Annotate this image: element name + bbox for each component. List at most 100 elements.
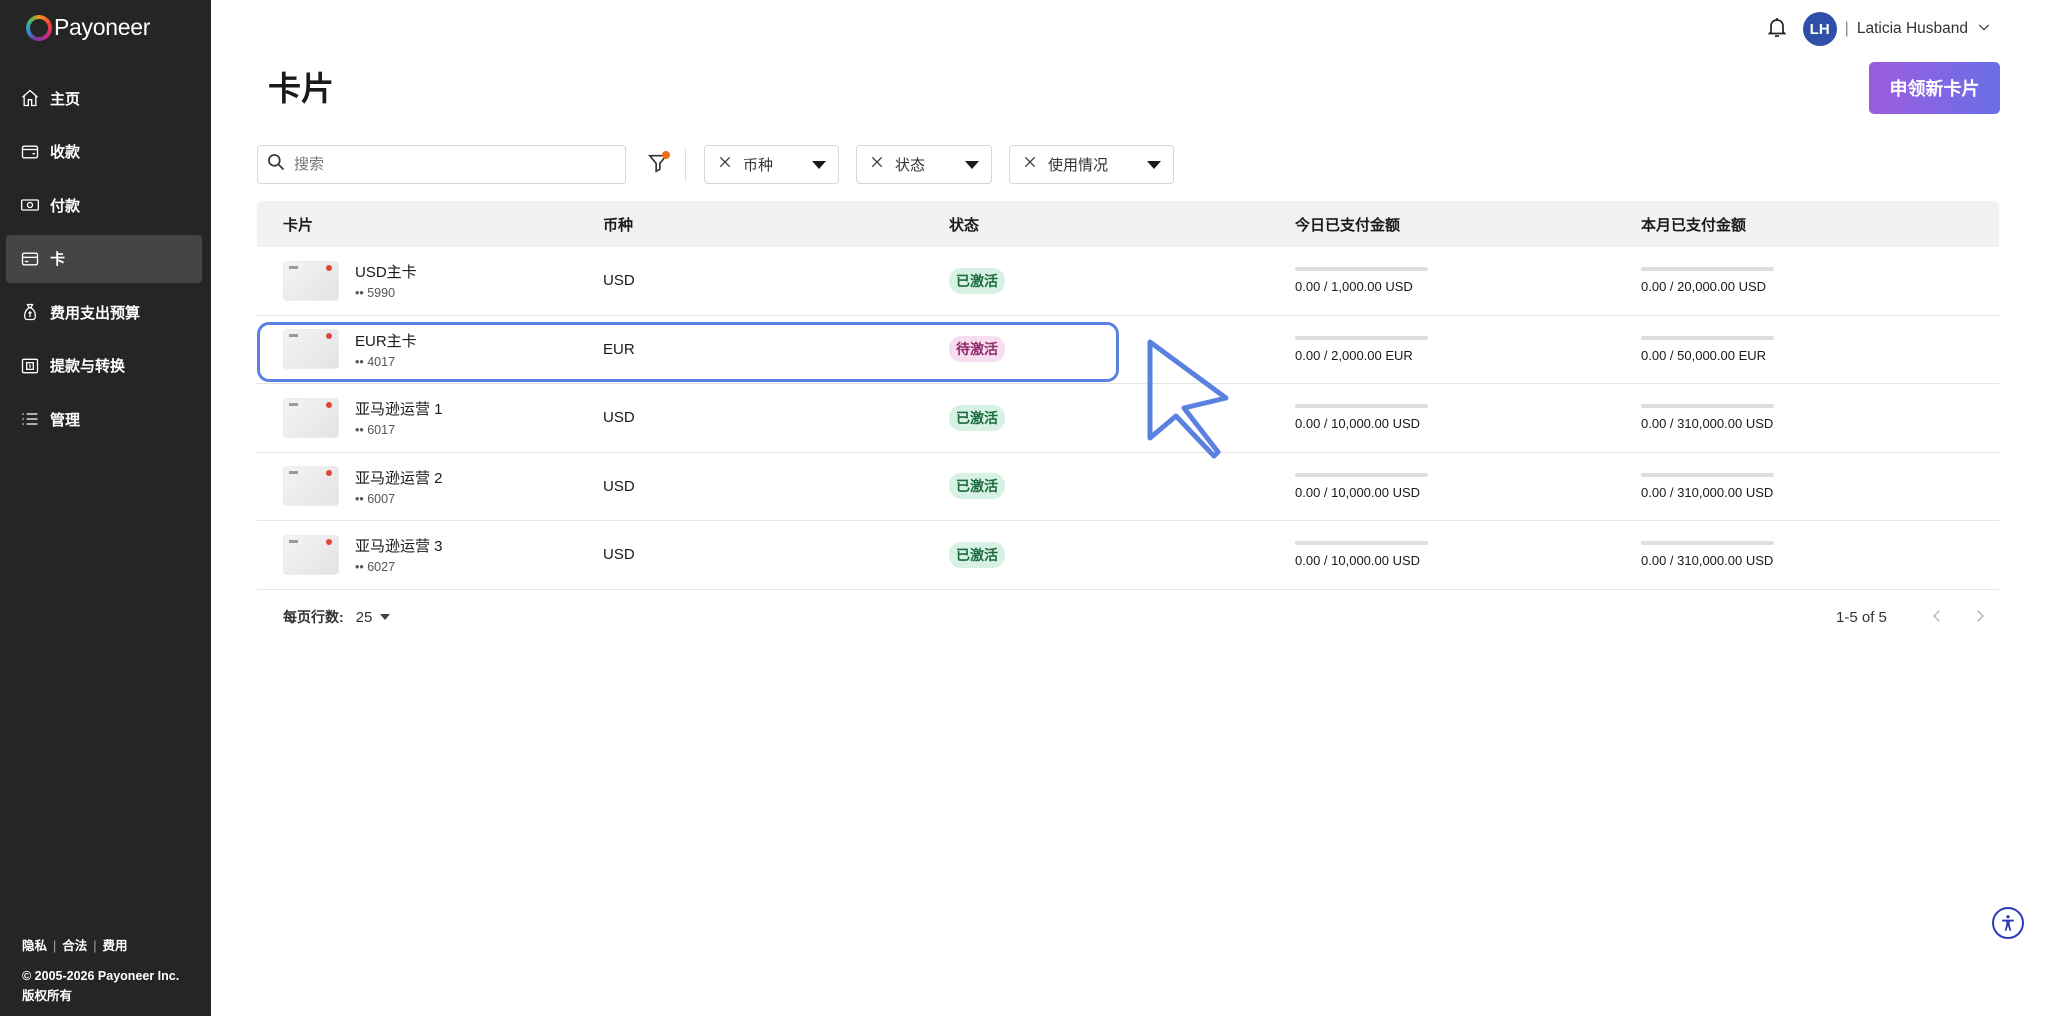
card-name: EUR主卡 [355, 332, 417, 350]
monthly-usage-text: 0.00 / 20,000.00 USD [1641, 279, 1767, 295]
sidebar-item-label: 提款与转换 [50, 358, 126, 375]
currency-filter-chip[interactable]: 币种 [704, 145, 839, 184]
sidebar-item-home[interactable]: 主页 [6, 74, 202, 122]
sidebar: Payoneer 主页 收款 付款 卡 费用支出预算 提款与转换 管理 隐私 |… [0, 0, 211, 1016]
card-icon [20, 249, 40, 269]
column-header-status: 状态 [949, 216, 980, 234]
sidebar-item-receive[interactable]: 收款 [6, 128, 202, 176]
daily-usage-text: 0.00 / 2,000.00 EUR [1295, 347, 1413, 363]
status-badge: 待激活 [949, 336, 1005, 363]
daily-usage-bar [1295, 404, 1428, 409]
fees-link[interactable]: 费用 [103, 936, 128, 956]
monthly-usage-bar [1641, 404, 1774, 409]
column-header-currency: 币种 [603, 216, 634, 234]
sidebar-footer: 隐私 | 合法 | 费用 © 2005-2026 Payoneer Inc. 版… [22, 936, 179, 1006]
sidebar-item-manage[interactable]: 管理 [6, 395, 202, 443]
search-box[interactable] [257, 145, 626, 184]
withdraw-icon [20, 356, 40, 376]
caret-down-icon [1147, 160, 1161, 169]
user-name: Laticia Husband [1856, 20, 1968, 37]
daily-usage-text: 0.00 / 1,000.00 USD [1295, 279, 1413, 295]
rows-per-page-select[interactable]: 25 [356, 609, 391, 626]
page-title: 卡片 [268, 70, 334, 107]
close-icon[interactable] [869, 154, 885, 175]
page-range: 1-5 of 5 [1836, 608, 1887, 626]
monthly-usage-bar [1641, 335, 1774, 340]
chip-label: 状态 [895, 157, 926, 174]
filter-active-dot [662, 151, 670, 159]
filter-divider [685, 149, 686, 181]
legal-link[interactable]: 合法 [62, 936, 87, 956]
sidebar-item-withdraw[interactable]: 提款与转换 [6, 342, 202, 390]
close-icon[interactable] [1022, 154, 1038, 175]
chevron-left-icon [1933, 610, 1940, 622]
monthly-usage-text: 0.00 / 310,000.00 USD [1641, 484, 1774, 500]
status-badge: 已激活 [949, 404, 1005, 431]
next-page-button[interactable] [1971, 607, 1991, 627]
daily-usage-text: 0.00 / 10,000.00 USD [1295, 553, 1421, 569]
logo-ring-icon [26, 14, 52, 41]
daily-usage-text: 0.00 / 10,000.00 USD [1295, 484, 1421, 500]
filter-icon[interactable] [647, 151, 671, 176]
table-row[interactable]: 亚马逊运营 3 •• 6027 USD 已激活 0.00 / 10,000.00… [257, 521, 1999, 590]
sidebar-item-label: 卡 [50, 251, 66, 268]
payoneer-logo[interactable]: Payoneer [26, 14, 150, 41]
daily-usage-text: 0.00 / 10,000.00 USD [1295, 416, 1421, 432]
search-icon [266, 152, 286, 177]
table-row[interactable]: 亚马逊运营 1 •• 6017 USD 已激活 0.00 / 10,000.00… [257, 384, 1999, 453]
sidebar-item-pay[interactable]: 付款 [6, 181, 202, 229]
privacy-link[interactable]: 隐私 [22, 936, 47, 956]
card-currency: EUR [603, 340, 635, 358]
user-menu[interactable]: LH | Laticia Husband [1802, 12, 1992, 46]
bell-icon[interactable] [1765, 15, 1789, 44]
card-name: USD主卡 [355, 264, 417, 282]
status-badge: 已激活 [949, 473, 1005, 500]
status-filter-chip[interactable]: 状态 [856, 145, 992, 184]
caret-down-icon [965, 160, 979, 169]
caret-down-icon [812, 160, 826, 169]
footer-links: 隐私 | 合法 | 费用 [22, 936, 179, 956]
monthly-usage-bar [1641, 267, 1774, 272]
status-badge: 已激活 [949, 541, 1005, 568]
logo-text: Payoneer [54, 14, 151, 40]
sidebar-item-label: 主页 [50, 90, 81, 108]
daily-usage-bar [1295, 335, 1428, 340]
card-number: •• 6027 [355, 560, 396, 575]
sidebar-item-label: 收款 [50, 144, 81, 161]
sidebar-item-label: 费用支出预算 [50, 304, 141, 322]
card-number: •• 6007 [355, 491, 396, 506]
table-row[interactable]: EUR主卡 •• 4017 EUR 待激活 0.00 / 2,000.00 EU… [257, 316, 1999, 384]
sidebar-item-label: 管理 [50, 411, 81, 429]
column-header-today-paid: 今日已支付金额 [1295, 216, 1401, 234]
rows-per-page-label: 每页行数: [283, 609, 344, 625]
user-separator: | [1844, 20, 1849, 37]
usage-filter-chip[interactable]: 使用情况 [1009, 145, 1174, 184]
daily-usage-bar [1295, 267, 1428, 272]
card-currency: USD [603, 272, 635, 290]
card-name: 亚马逊运营 1 [355, 401, 443, 419]
close-icon[interactable] [717, 154, 733, 175]
card-thumbnail [283, 397, 339, 438]
wallet-icon [20, 142, 40, 162]
caret-down-icon [380, 614, 391, 620]
cash-icon [20, 195, 40, 215]
pagination: 每页行数: 25 1-5 of 5 [257, 605, 1999, 629]
search-input[interactable] [294, 156, 594, 173]
column-header-month-paid: 本月已支付金额 [1641, 216, 1747, 234]
monthly-usage-bar [1641, 472, 1774, 477]
card-currency: USD [603, 409, 635, 427]
card-currency: USD [603, 477, 635, 495]
table-row[interactable]: USD主卡 •• 5990 USD 已激活 0.00 / 1,000.00 US… [257, 247, 1999, 316]
sidebar-item-cards[interactable]: 卡 [6, 234, 202, 283]
prev-page-button[interactable] [1928, 607, 1948, 627]
accessibility-button[interactable] [1992, 907, 2024, 939]
column-header-card: 卡片 [283, 216, 314, 234]
card-thumbnail [283, 466, 339, 507]
table-row[interactable]: 亚马逊运营 2 •• 6007 USD 已激活 0.00 / 10,000.00… [257, 453, 1999, 521]
sidebar-item-budgets[interactable]: 费用支出预算 [6, 288, 202, 336]
home-icon [20, 88, 40, 108]
card-number: •• 4017 [355, 354, 396, 369]
request-new-card-button[interactable]: 申领新卡片 [1869, 62, 2000, 114]
chevron-down-icon [1976, 19, 1992, 40]
table-header: 卡片 币种 状态 今日已支付金额 本月已支付金额 [257, 201, 1999, 247]
